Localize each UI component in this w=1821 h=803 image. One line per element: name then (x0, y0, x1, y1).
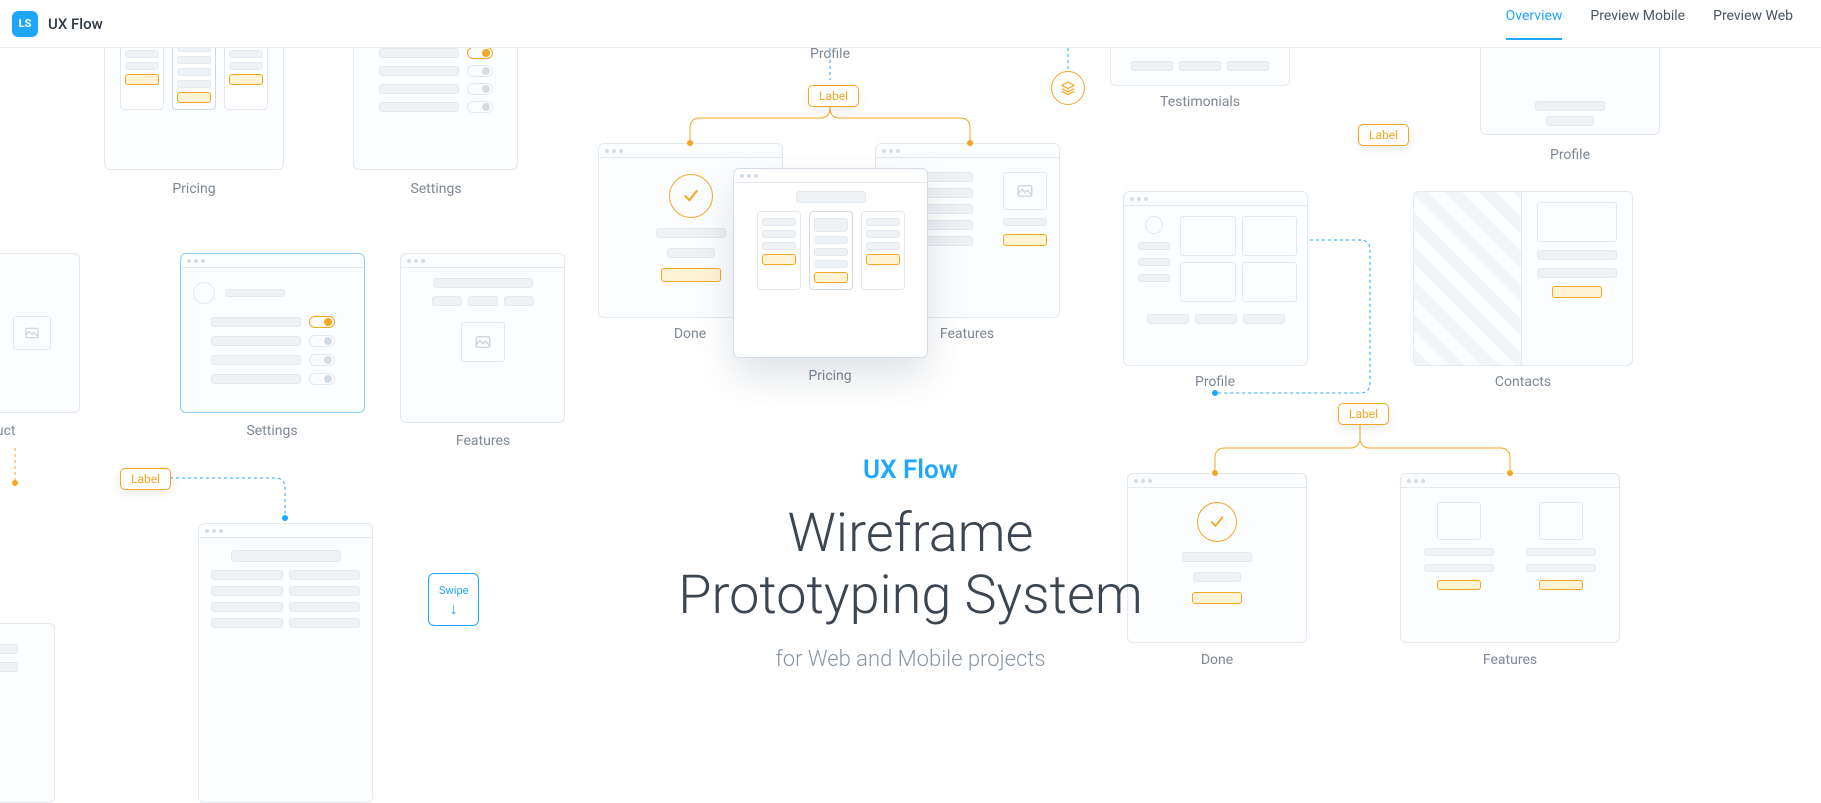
wf-edge-card (0, 623, 55, 803)
label-settings-lower: Settings (246, 423, 297, 439)
label-features-center: Features (940, 326, 994, 342)
wf-contacts (1413, 191, 1633, 366)
logo-label: UX Flow (48, 15, 103, 33)
label-done-center: Done (674, 326, 706, 342)
label-settings-top: Settings (410, 181, 461, 197)
top-nav: Overview Preview Mobile Preview Web (1506, 8, 1793, 40)
label-profile-edge: Profile (1550, 147, 1590, 163)
user-icon (1145, 216, 1163, 234)
swipe-indicator: Swipe ↓ (428, 573, 479, 626)
label-done-right: Done (1201, 652, 1233, 668)
label-product: oduct (0, 423, 16, 439)
wf-list-card (198, 523, 373, 803)
check-icon (669, 174, 713, 218)
logo-icon: LS (12, 11, 38, 37)
nav-preview-web[interactable]: Preview Web (1713, 8, 1793, 40)
logo[interactable]: LS UX Flow (12, 11, 103, 37)
label-testimonials: Testimonials (1160, 94, 1240, 110)
label-pricing-left: Pricing (172, 181, 215, 197)
arrow-down-icon: ↓ (439, 599, 468, 619)
wf-settings-lower (180, 253, 365, 413)
hero-subtitle: for Web and Mobile projects (678, 647, 1143, 672)
nav-overview[interactable]: Overview (1506, 8, 1563, 40)
header-bar: LS UX Flow Overview Preview Mobile Previ… (0, 0, 1821, 48)
wf-done-right (1127, 473, 1307, 643)
tag-label-right-top: Label (1358, 124, 1409, 146)
tag-label-top: Label (808, 85, 859, 107)
hero-brand: UX Flow (678, 455, 1143, 485)
image-icon (13, 316, 51, 350)
stack-icon (1051, 71, 1085, 105)
label-profile-right: Profile (1195, 374, 1235, 390)
label-pricing-center: Pricing (808, 368, 851, 384)
hero-title: Wireframe Prototyping System (678, 503, 1143, 627)
canvas: Profile Label Testimonials Label Profile… (0, 48, 1821, 803)
tag-label-right-mid: Label (1338, 403, 1389, 425)
label-features-lower: Features (456, 433, 510, 449)
user-icon (193, 282, 215, 304)
tag-label-left: Label (120, 468, 171, 490)
wf-profile-right (1123, 191, 1308, 366)
label-contacts: Contacts (1495, 374, 1551, 390)
image-icon (1003, 172, 1047, 210)
wf-features-lower (400, 253, 565, 423)
swipe-label: Swipe (439, 584, 468, 597)
wf-pricing-center (733, 168, 928, 358)
wf-product (0, 253, 80, 413)
hero: UX Flow Wireframe Prototyping System for… (678, 455, 1143, 672)
wf-features-right (1400, 473, 1620, 643)
nav-preview-mobile[interactable]: Preview Mobile (1590, 8, 1685, 40)
label-profile-top: Profile (810, 46, 850, 62)
image-icon (461, 322, 505, 362)
check-icon (1197, 502, 1237, 542)
label-features-right: Features (1483, 652, 1537, 668)
